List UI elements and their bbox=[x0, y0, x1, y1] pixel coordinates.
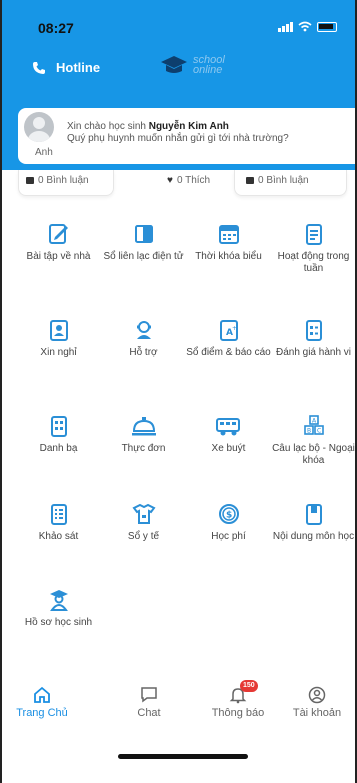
tab-notifications[interactable]: 150 Thông báo bbox=[198, 680, 278, 719]
menu-item-label: Sổ liên lạc điện tử bbox=[103, 251, 184, 262]
comment-count[interactable]: 0 Bình luận bbox=[246, 175, 309, 186]
tab-chat[interactable]: Chat bbox=[109, 686, 189, 719]
menu-item-weekly-activities[interactable]: Hoạt động trong tuần bbox=[271, 222, 355, 275]
greeting-card[interactable]: Anh Xin chào học sinh Nguyễn Kim Anh Quý… bbox=[18, 108, 355, 164]
menu-item-bus[interactable]: Xe buýt bbox=[186, 414, 271, 455]
tab-chat-label: Chat bbox=[137, 707, 161, 719]
menu-item-label: Thực đơn bbox=[121, 443, 166, 454]
comment-count-label: 0 Bình luận bbox=[38, 175, 89, 186]
menu-item-student-profile[interactable]: Hồ sơ học sinh bbox=[16, 588, 101, 629]
status-icons bbox=[278, 21, 337, 32]
menu-item-label: Hỗ trợ bbox=[129, 347, 158, 358]
menu-item-label: Xin nghỉ bbox=[40, 347, 77, 358]
battery-icon bbox=[317, 21, 337, 32]
support-icon bbox=[136, 321, 151, 339]
menu-item-label: Nội dung môn học bbox=[272, 531, 355, 542]
phone-icon bbox=[33, 61, 45, 74]
menu-item-label: Xe buýt bbox=[211, 443, 246, 454]
svg-text:B: B bbox=[307, 428, 311, 435]
menu-item-grades[interactable]: A + Sổ điểm & báo cáo bbox=[186, 318, 271, 359]
menu-item-label: Khảo sát bbox=[38, 531, 79, 542]
header: 08:27 Hotline school online Anh Xin chào… bbox=[2, 0, 355, 170]
menu-item-timetable[interactable]: Thời khóa biểu bbox=[186, 222, 271, 263]
homework-icon bbox=[48, 224, 68, 244]
hotline-button[interactable]: Hotline bbox=[32, 60, 100, 75]
comment-count-label: 0 Bình luận bbox=[258, 175, 309, 186]
account-icon bbox=[308, 686, 326, 704]
like-count[interactable]: ♥ 0 Thích bbox=[167, 175, 210, 186]
school-online-logo: school online bbox=[159, 54, 225, 76]
svg-text:+: + bbox=[232, 325, 237, 332]
home-icon bbox=[34, 686, 50, 703]
comment-icon bbox=[26, 177, 34, 184]
menu-item-label: Học phí bbox=[211, 531, 246, 542]
bus-icon bbox=[215, 418, 240, 436]
tab-account-label: Tài khoản bbox=[292, 707, 342, 719]
phone-screen: 08:27 Hotline school online Anh Xin chào… bbox=[0, 0, 357, 783]
chat-icon bbox=[141, 687, 157, 703]
svg-text:$: $ bbox=[226, 511, 232, 521]
evaluation-icon bbox=[305, 320, 322, 341]
greeting-text: Xin chào học sinh Nguyễn Kim Anh Quý phụ… bbox=[67, 121, 289, 145]
tab-account[interactable]: Tài khoản bbox=[277, 686, 355, 719]
comment-count[interactable]: 0 Bình luận bbox=[26, 175, 89, 186]
calendar-icon bbox=[218, 225, 239, 244]
clubs-icon: AB C bbox=[303, 415, 324, 435]
tab-home[interactable]: Trang Chủ bbox=[2, 686, 82, 719]
book-icon bbox=[305, 504, 322, 525]
svg-text:C: C bbox=[317, 428, 321, 435]
menu-item-label: Sổ y tế bbox=[127, 531, 160, 542]
fees-icon: $ bbox=[218, 504, 239, 524]
menu-item-homework[interactable]: Bài tập về nhà bbox=[16, 222, 101, 263]
directory-icon bbox=[50, 416, 67, 437]
menu-item-label: Hồ sơ học sinh bbox=[24, 617, 93, 628]
graduation-cap-icon bbox=[161, 56, 187, 73]
menu-item-label: Bài tập về nhà bbox=[26, 251, 91, 262]
like-count-label: 0 Thích bbox=[176, 175, 211, 186]
leave-icon bbox=[49, 320, 68, 341]
greeting-prefix: Xin chào học sinh bbox=[67, 121, 149, 132]
menu-item-label: Danh bạ bbox=[39, 443, 78, 454]
student-name: Nguyễn Kim Anh bbox=[148, 121, 229, 132]
menu-item-clubs[interactable]: ABC Câu lạc bộ - Ngoại khóa bbox=[271, 414, 355, 467]
menu-item-health[interactable]: Sổ y tế bbox=[101, 502, 186, 543]
menu-item-food-menu[interactable]: Thực đơn bbox=[101, 414, 186, 455]
menu-item-label: Thời khóa biểu bbox=[195, 251, 262, 262]
menu-item-label: Câu lạc bộ - Ngoại khóa bbox=[272, 443, 355, 466]
status-time: 08:27 bbox=[38, 20, 74, 36]
bottom-navigation: Trang Chủ Chat 150 Thông báo Tài khoản bbox=[2, 680, 355, 736]
menu-item-directory[interactable]: Danh bạ bbox=[16, 414, 101, 455]
wifi-icon bbox=[298, 21, 312, 32]
menu-item-label: Sổ điểm & báo cáo bbox=[186, 347, 271, 358]
clipboard-icon bbox=[305, 224, 322, 245]
comment-icon bbox=[246, 177, 254, 184]
avatar[interactable] bbox=[24, 112, 54, 142]
menu-item-label: Hoạt động trong tuần bbox=[277, 251, 350, 274]
stats-row: 0 Bình luận ♥ 0 Thích 0 Bình luận bbox=[14, 170, 355, 202]
grade-book-icon: A + bbox=[219, 320, 238, 341]
menu-item-contact-book[interactable]: Sổ liên lạc điện tử bbox=[101, 222, 186, 263]
signal-icon bbox=[278, 21, 293, 32]
survey-icon bbox=[50, 504, 67, 525]
hotline-label: Hotline bbox=[56, 60, 101, 75]
tab-notifications-label: Thông báo bbox=[211, 707, 265, 719]
tab-home-label: Trang Chủ bbox=[16, 707, 68, 719]
contact-book-icon bbox=[134, 225, 153, 243]
health-book-icon bbox=[131, 503, 156, 524]
menu-item-fees[interactable]: $ Học phí bbox=[186, 502, 271, 543]
menu-item-conduct[interactable]: Đánh giá hành vi bbox=[271, 318, 355, 359]
menu-item-curriculum[interactable]: Nội dung môn học bbox=[271, 502, 355, 543]
greeting-question: Quý phụ huynh muốn nhắn gửi gì tới nhà t… bbox=[67, 133, 289, 144]
menu-item-survey[interactable]: Khảo sát bbox=[16, 502, 101, 543]
logo-text-online: online bbox=[193, 64, 223, 76]
heart-icon: ♥ bbox=[167, 175, 173, 186]
menu-item-support[interactable]: Hỗ trợ bbox=[101, 318, 186, 359]
notification-badge: 150 bbox=[240, 680, 258, 692]
menu-item-label: Đánh giá hành vi bbox=[275, 347, 352, 358]
student-profile-icon bbox=[49, 590, 68, 611]
menu-item-leave[interactable]: Xin nghỉ bbox=[16, 318, 101, 359]
home-indicator[interactable] bbox=[118, 754, 248, 759]
food-menu-icon bbox=[131, 417, 156, 436]
avatar-name: Anh bbox=[35, 147, 53, 158]
